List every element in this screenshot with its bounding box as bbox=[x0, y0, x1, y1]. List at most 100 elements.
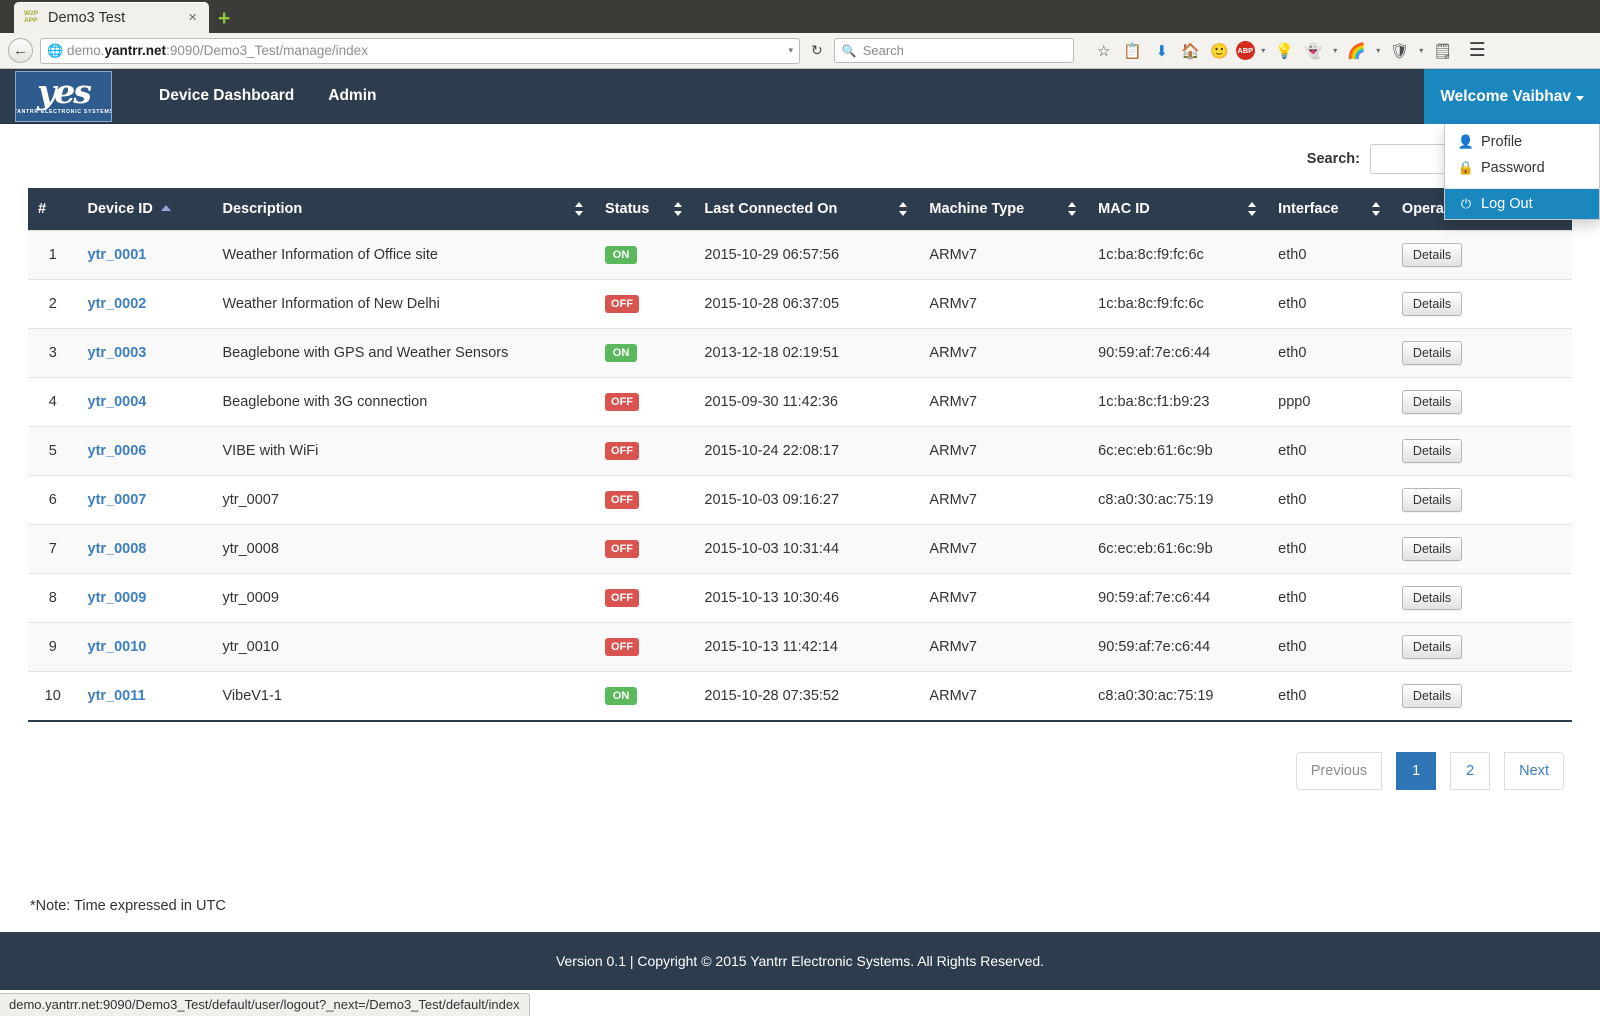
chevron-down-icon[interactable]: ▾ bbox=[788, 45, 793, 56]
brand-logo[interactable]: yes YANTRR ELECTRONIC SYSTEMS bbox=[15, 70, 112, 122]
status-badge: OFF bbox=[605, 491, 640, 509]
device-id-link[interactable]: ytr_0009 bbox=[88, 590, 147, 606]
details-button[interactable]: Details bbox=[1401, 341, 1463, 365]
devices-table-header: # Device ID Description Status Last Conn… bbox=[28, 188, 1572, 231]
table-row: 8 ytr_0009 ytr_0009 OFF 2015-10-13 10:30:46 A… bbox=[28, 573, 1572, 623]
nav-link-admin[interactable]: Admin bbox=[311, 69, 393, 123]
ghostery-icon[interactable]: 👻 bbox=[1301, 38, 1327, 64]
menu-item-password[interactable]: 🔒 Password bbox=[1445, 155, 1599, 181]
details-button[interactable]: Details bbox=[1401, 243, 1463, 267]
menu-item-log-out[interactable]: ⏻ Log Out bbox=[1445, 189, 1599, 219]
back-icon[interactable]: ← bbox=[8, 38, 33, 63]
device-id-link[interactable]: ytr_0001 bbox=[88, 247, 147, 263]
adblock-plus-icon[interactable]: ABP bbox=[1235, 41, 1255, 60]
device-id-link[interactable]: ytr_0008 bbox=[88, 541, 147, 557]
close-tab-icon[interactable]: × bbox=[184, 9, 201, 26]
cell-status: ON bbox=[595, 230, 695, 280]
column-header-index[interactable]: # bbox=[28, 188, 78, 231]
device-id-link[interactable]: ytr_0003 bbox=[88, 345, 147, 361]
chat-icon[interactable]: 🙂 bbox=[1207, 38, 1233, 64]
cell-device-id: ytr_0002 bbox=[77, 279, 213, 329]
search-row: Search: bbox=[28, 124, 1572, 188]
cell-description: ytr_0007 bbox=[212, 475, 596, 525]
column-header-device-id[interactable]: Device ID bbox=[77, 188, 213, 231]
menu-item-profile[interactable]: 👤 Profile bbox=[1445, 129, 1599, 155]
browser-nav-bar: ← 🌐 demo.yantrr.net:9090/Demo3_Test/mana… bbox=[0, 33, 1600, 69]
browser-menu-icon[interactable]: ☰ bbox=[1469, 39, 1486, 62]
cell-machine-type: ARMv7 bbox=[919, 328, 1089, 378]
device-id-link[interactable]: ytr_0006 bbox=[88, 443, 147, 459]
chevron-down-icon[interactable]: ▾ bbox=[1416, 46, 1427, 55]
cell-index: 2 bbox=[28, 279, 78, 329]
cell-machine-type: ARMv7 bbox=[919, 573, 1089, 623]
cell-status: OFF bbox=[595, 475, 695, 525]
column-header-interface[interactable]: Interface bbox=[1268, 188, 1392, 231]
cell-status: OFF bbox=[595, 524, 695, 574]
new-tab-button[interactable]: + bbox=[218, 8, 230, 29]
details-button[interactable]: Details bbox=[1401, 292, 1463, 316]
details-button[interactable]: Details bbox=[1401, 439, 1463, 463]
device-id-link[interactable]: ytr_0010 bbox=[88, 639, 147, 655]
status-badge: OFF bbox=[605, 393, 640, 411]
column-header-status[interactable]: Status bbox=[595, 188, 695, 231]
cell-last-connected-on: 2013-12-18 02:19:51 bbox=[694, 328, 920, 378]
home-icon[interactable]: 🏠 bbox=[1178, 38, 1204, 64]
nav-link-device-dashboard[interactable]: Device Dashboard bbox=[142, 69, 311, 123]
reader-list-icon[interactable]: 📋 bbox=[1120, 38, 1146, 64]
notepad-icon[interactable]: 🗒 bbox=[1430, 38, 1456, 64]
chevron-down-icon[interactable]: ▾ bbox=[1330, 46, 1341, 55]
cell-index: 6 bbox=[28, 475, 78, 525]
column-header-machine-type[interactable]: Machine Type bbox=[919, 188, 1089, 231]
pagination-next-button[interactable]: Next bbox=[1504, 752, 1564, 790]
device-id-link[interactable]: ytr_0007 bbox=[88, 492, 147, 508]
browser-tab[interactable]: W2P APP Demo3 Test × bbox=[14, 2, 209, 33]
status-badge: OFF bbox=[605, 638, 640, 656]
lightbulb-icon[interactable]: 💡 bbox=[1272, 38, 1298, 64]
details-button[interactable]: Details bbox=[1401, 488, 1463, 512]
pagination-page-1[interactable]: 1 bbox=[1396, 752, 1437, 790]
cell-device-id: ytr_0006 bbox=[77, 426, 213, 476]
column-header-mac-id[interactable]: MAC ID bbox=[1088, 188, 1269, 231]
downloads-icon[interactable]: ⬇ bbox=[1149, 38, 1175, 64]
address-bar[interactable]: 🌐 demo.yantrr.net:9090/Demo3_Test/manage… bbox=[40, 37, 800, 64]
device-id-link[interactable]: ytr_0002 bbox=[88, 296, 147, 312]
device-id-link[interactable]: ytr_0011 bbox=[88, 688, 146, 704]
user-menu-button[interactable]: Welcome Vaibhav bbox=[1424, 69, 1600, 124]
column-header-last-connected-on[interactable]: Last Connected On bbox=[694, 188, 920, 231]
site-favicon-icon: W2P APP bbox=[24, 10, 39, 24]
cell-mac-id: 1c:ba:8c:f9:fc:6c bbox=[1088, 279, 1269, 329]
details-button[interactable]: Details bbox=[1401, 537, 1463, 561]
chevron-down-icon[interactable]: ▾ bbox=[1373, 46, 1384, 55]
cell-index: 8 bbox=[28, 573, 78, 623]
cell-device-id: ytr_0009 bbox=[77, 573, 213, 623]
browser-status-bar: demo.yantrr.net:9090/Demo3_Test/default/… bbox=[0, 993, 530, 1016]
user-menu-label: Welcome Vaibhav bbox=[1440, 87, 1571, 105]
status-badge: OFF bbox=[605, 442, 640, 460]
cell-operations: Details bbox=[1391, 622, 1572, 672]
shield-icon[interactable]: 🛡 bbox=[1387, 38, 1413, 64]
details-button[interactable]: Details bbox=[1401, 586, 1463, 610]
table-row: 3 ytr_0003 Beaglebone with GPS and Weather… bbox=[28, 328, 1572, 378]
app-navbar: yes YANTRR ELECTRONIC SYSTEMS Device Das… bbox=[0, 69, 1600, 220]
details-button[interactable]: Details bbox=[1401, 390, 1463, 414]
browser-search-box[interactable]: 🔍 Search bbox=[833, 38, 1074, 63]
bookmark-star-icon[interactable]: ☆ bbox=[1091, 38, 1117, 64]
chevron-down-icon[interactable]: ▾ bbox=[1258, 46, 1269, 55]
device-id-link[interactable]: ytr_0004 bbox=[88, 394, 147, 410]
sort-toggle-icon bbox=[1248, 202, 1258, 216]
cell-operations: Details bbox=[1391, 377, 1572, 427]
table-row: 6 ytr_0007 ytr_0007 OFF 2015-10-03 09:16:27 A… bbox=[28, 475, 1572, 525]
menu-item-log-out-label: Log Out bbox=[1481, 196, 1533, 212]
pagination-previous-button[interactable]: Previous bbox=[1295, 752, 1383, 790]
reload-icon[interactable]: ↻ bbox=[807, 42, 827, 59]
rainbow-icon[interactable]: 🌈 bbox=[1344, 38, 1370, 64]
status-badge: OFF bbox=[605, 540, 640, 558]
cell-last-connected-on: 2015-10-03 10:31:44 bbox=[694, 524, 920, 574]
column-header-description[interactable]: Description bbox=[212, 188, 596, 231]
browser-tab-bar: W2P APP Demo3 Test × + bbox=[0, 0, 1600, 33]
details-button[interactable]: Details bbox=[1401, 684, 1463, 708]
cell-operations: Details bbox=[1391, 426, 1572, 476]
cell-operations: Details bbox=[1391, 279, 1572, 329]
details-button[interactable]: Details bbox=[1401, 635, 1463, 659]
pagination-page-2[interactable]: 2 bbox=[1450, 752, 1491, 790]
